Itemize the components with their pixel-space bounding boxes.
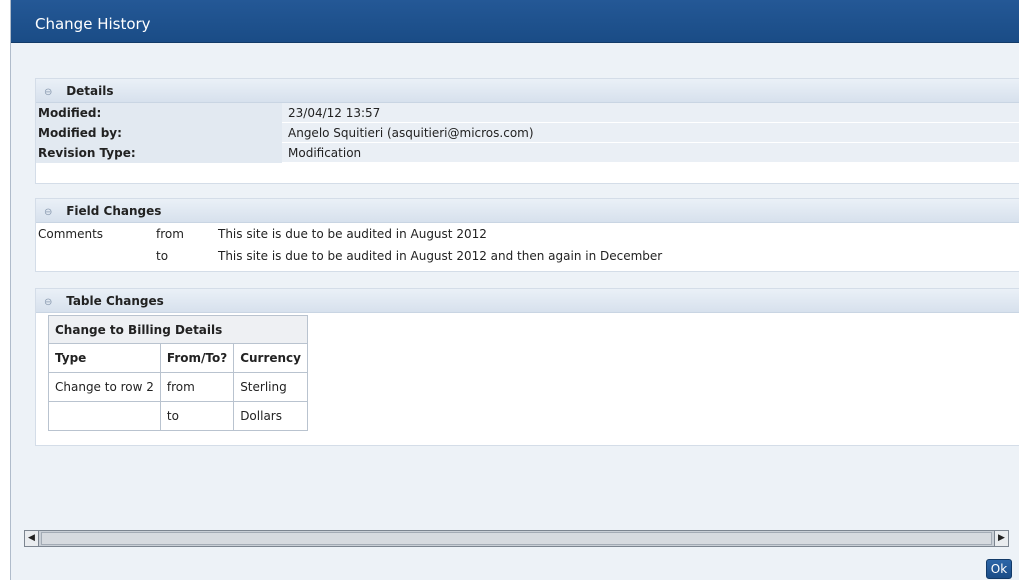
column-header-currency: Currency [233, 343, 308, 373]
detail-row-revision-type: Revision Type: Modification [36, 143, 1019, 163]
column-header-type: Type [48, 343, 161, 373]
horizontal-scrollbar[interactable]: ◀ ▶ [24, 530, 1009, 547]
field-changes-section: ⊖ Field Changes Comments from This site … [35, 198, 1019, 272]
detail-row-modified-by: Modified by: Angelo Squitieri (asquitier… [36, 123, 1019, 143]
scrollbar-thumb[interactable] [41, 532, 992, 545]
collapse-icon[interactable]: ⊖ [44, 201, 56, 225]
detail-row-modified: Modified: 23/04/12 13:57 [36, 103, 1019, 123]
modified-label: Modified: [36, 103, 282, 123]
table-caption: Change to Billing Details [48, 315, 308, 344]
cell-from-to: to [159, 401, 235, 431]
modified-by-value: Angelo Squitieri (asquitieri@micros.com) [288, 126, 534, 140]
details-section: ⊖ Details Modified: 23/04/12 13:57 Modif… [35, 78, 1019, 184]
field-changes-heading: Field Changes [66, 204, 162, 218]
cell-type [48, 401, 161, 431]
table-changes-header[interactable]: ⊖ Table Changes [36, 289, 1019, 313]
from-value: This site is due to be audited in August… [218, 227, 487, 241]
field-change-from-row: Comments from This site is due to be aud… [36, 223, 1019, 245]
billing-changes-table: Change to Billing Details Type From/To? … [48, 315, 308, 431]
details-header[interactable]: ⊖ Details [36, 79, 1019, 103]
details-heading: Details [66, 84, 114, 98]
field-name: Comments [38, 227, 104, 241]
arrow-left-icon[interactable]: ◀ [25, 531, 39, 546]
revision-type-label: Revision Type: [36, 143, 282, 163]
table-row: Change to row 2 from Sterling [48, 372, 308, 402]
change-history-dialog: Change History ⊖ Details Modified: 23/04… [10, 0, 1019, 580]
modified-value: 23/04/12 13:57 [288, 106, 381, 120]
cell-currency: Dollars [233, 401, 308, 431]
to-label: to [156, 249, 169, 263]
arrow-right-icon[interactable]: ▶ [994, 531, 1008, 546]
dialog-title: Change History [11, 0, 1019, 43]
modified-by-label: Modified by: [36, 123, 282, 143]
dialog-content: ⊖ Details Modified: 23/04/12 13:57 Modif… [35, 78, 1019, 530]
collapse-icon[interactable]: ⊖ [44, 291, 56, 315]
table-changes-heading: Table Changes [66, 294, 164, 308]
field-change-to-row: to This site is due to be audited in Aug… [36, 245, 1019, 267]
column-header-from-to: From/To? [159, 343, 235, 373]
cell-currency: Sterling [233, 372, 308, 402]
field-changes-header[interactable]: ⊖ Field Changes [36, 199, 1019, 223]
revision-type-value: Modification [288, 146, 362, 160]
cell-type: Change to row 2 [48, 372, 161, 402]
ok-button[interactable]: Ok [986, 559, 1012, 579]
collapse-icon[interactable]: ⊖ [44, 81, 56, 105]
from-label: from [156, 227, 184, 241]
to-value: This site is due to be audited in August… [218, 249, 663, 263]
table-row: to Dollars [48, 401, 308, 431]
table-changes-section: ⊖ Table Changes Change to Billing Detail… [35, 288, 1019, 446]
cell-from-to: from [159, 372, 235, 402]
